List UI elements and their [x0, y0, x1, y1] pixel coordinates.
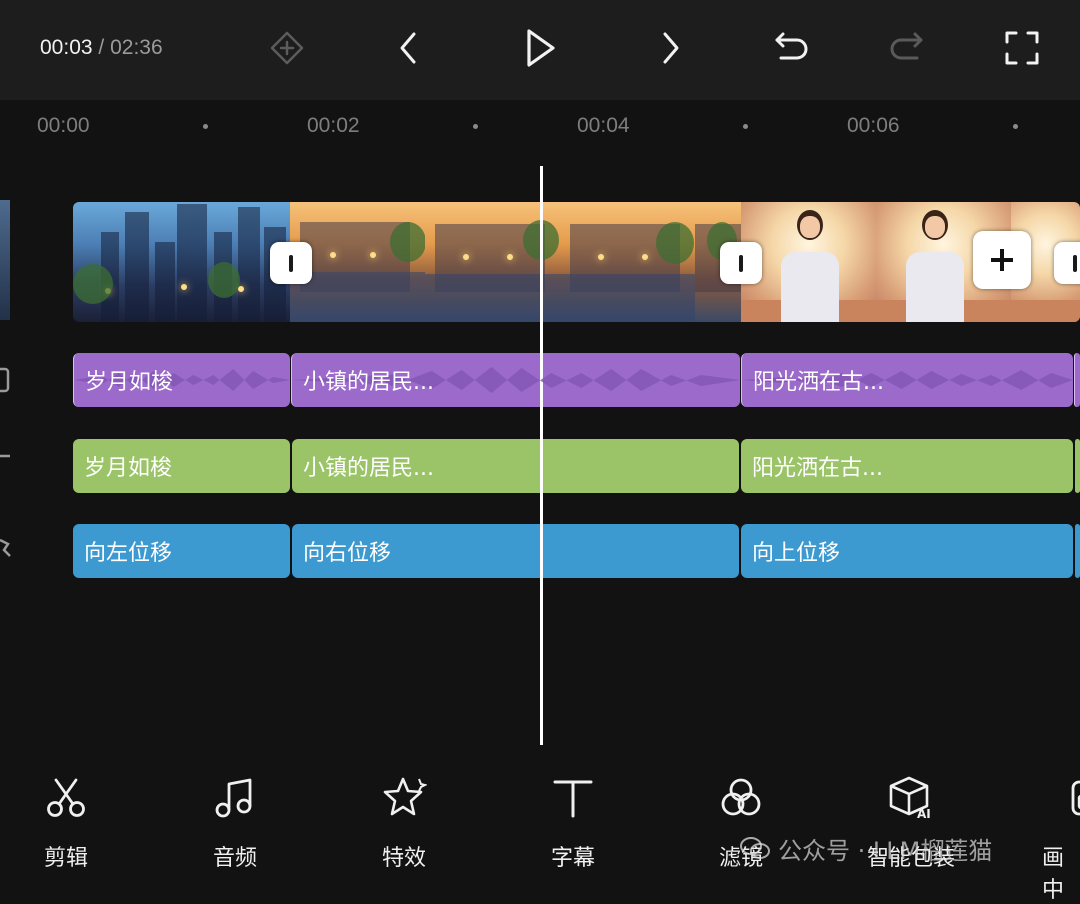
effect-clip[interactable]: [1075, 524, 1080, 578]
tool-label: 音频: [212, 846, 257, 871]
svg-text:AI: AI: [917, 807, 931, 821]
text-clip-label: 小镇的居民...: [303, 456, 434, 481]
transition-button[interactable]: [1054, 242, 1080, 284]
audio-clip[interactable]: 岁月如梭: [73, 353, 290, 407]
top-toolbar: 00:03 / 02:36: [0, 0, 1080, 100]
video-track[interactable]: [73, 202, 1080, 322]
effect-clip-label: 向上位移: [752, 541, 841, 566]
effect-clip[interactable]: 向左位移: [73, 524, 290, 578]
effect-clip[interactable]: 向右位移: [292, 524, 739, 578]
time-readout: 00:03 / 02:36: [40, 36, 163, 60]
ruler-tick: 00:02: [307, 114, 360, 137]
audio-clip[interactable]: [1074, 353, 1080, 407]
play-icon[interactable]: [514, 22, 566, 74]
current-time: 00:03: [40, 36, 93, 59]
audio-clip[interactable]: 阳光洒在古...: [741, 353, 1073, 407]
audio-clip-label: 小镇的居民...: [303, 370, 434, 395]
ruler-dot: [743, 124, 748, 129]
text-clip-label: 阳光洒在古...: [752, 456, 883, 481]
fullscreen-icon[interactable]: [996, 22, 1048, 74]
add-clip-button[interactable]: [973, 231, 1031, 289]
text-clip-label: 岁月如梭: [84, 456, 173, 481]
music-note-icon: [211, 774, 259, 822]
audio-clip-label: 阳光洒在古...: [753, 370, 884, 395]
undo-icon[interactable]: [765, 22, 817, 74]
watermark-text: 公众号 · LLM榴莲猫: [778, 836, 993, 865]
tool-label: 特效: [381, 846, 426, 871]
text-clip[interactable]: 岁月如梭: [73, 439, 290, 493]
picture-in-picture-icon: [1058, 774, 1080, 822]
video-frame-thumbnail: [560, 202, 695, 322]
ruler-dot: [203, 124, 208, 129]
transition-button[interactable]: [720, 242, 762, 284]
wechat-icon: [740, 836, 770, 860]
tool-label: 画中: [1042, 846, 1065, 903]
text-t-icon: [549, 774, 597, 822]
ruler-tick: 00:00: [37, 114, 90, 137]
video-clip[interactable]: [290, 202, 741, 322]
video-clip[interactable]: [73, 202, 290, 322]
effect-track-icon[interactable]: [0, 534, 12, 566]
watermark: 公众号 · LLM榴莲猫: [740, 830, 992, 866]
tool-pip[interactable]: 画中: [1020, 774, 1080, 904]
total-time: 02:36: [110, 36, 163, 59]
next-frame-icon[interactable]: [644, 22, 696, 74]
audio-clip[interactable]: 小镇的居民...: [291, 353, 740, 407]
transition-button[interactable]: [270, 242, 312, 284]
effect-clip[interactable]: 向上位移: [741, 524, 1073, 578]
keyframe-add-icon[interactable]: [261, 22, 313, 74]
text-track-icon[interactable]: [0, 448, 12, 468]
playhead[interactable]: [540, 166, 543, 745]
tool-edit[interactable]: 剪辑: [11, 774, 121, 872]
audio-clip-label: 岁月如梭: [85, 370, 174, 395]
text-clip[interactable]: 阳光洒在古...: [741, 439, 1073, 493]
tool-label: 剪辑: [43, 846, 88, 871]
effect-clip-label: 向左位移: [84, 541, 173, 566]
text-clip[interactable]: 小镇的居民...: [292, 439, 739, 493]
redo-icon[interactable]: [881, 22, 933, 74]
ruler-tick: 00:04: [577, 114, 630, 137]
filter-circles-icon: [717, 774, 765, 822]
scissors-icon: [42, 774, 90, 822]
video-frame-thumbnail: [73, 202, 208, 322]
tool-subtitle[interactable]: 字幕: [518, 774, 628, 872]
time-separator: /: [98, 36, 105, 59]
tool-audio[interactable]: 音频: [180, 774, 290, 872]
ai-box-icon: AI: [887, 774, 935, 822]
sparkle-star-icon: [380, 774, 428, 822]
prev-frame-icon[interactable]: [383, 22, 435, 74]
tool-label: 字幕: [550, 846, 595, 871]
ruler-tick: 00:06: [847, 114, 900, 137]
ruler-dot: [473, 124, 478, 129]
cover-thumbnail[interactable]: [0, 200, 10, 320]
effect-clip-label: 向右位移: [303, 541, 392, 566]
audio-track-icon[interactable]: [0, 366, 12, 398]
ruler-dot: [1013, 124, 1018, 129]
tool-effects[interactable]: 特效: [349, 774, 459, 872]
text-clip[interactable]: [1075, 439, 1080, 493]
